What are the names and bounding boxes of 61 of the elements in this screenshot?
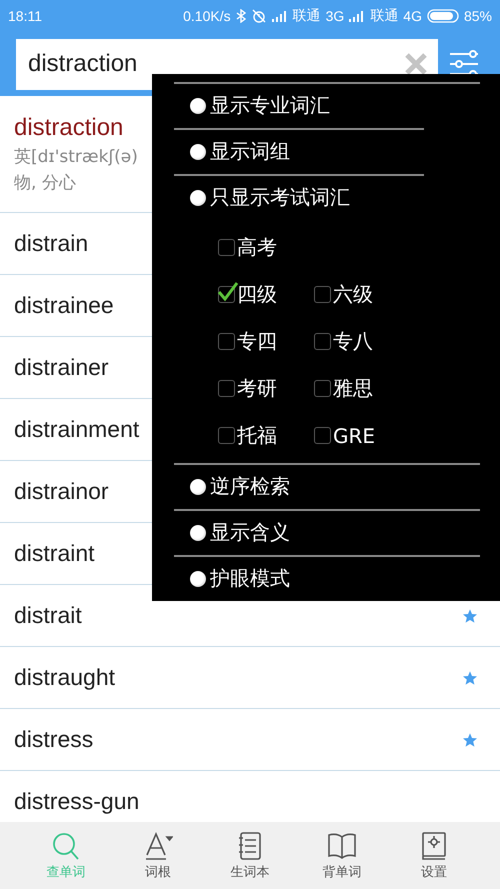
battery-icon (426, 9, 459, 23)
bluetooth-icon (236, 9, 246, 23)
exam-checkbox[interactable]: 专四 (218, 328, 296, 355)
word-row[interactable]: distress (0, 709, 500, 771)
word-row[interactable]: distraught (0, 647, 500, 709)
star-icon[interactable] (462, 732, 478, 748)
menu-option[interactable]: 只显示考试词汇 (174, 176, 480, 220)
network-type: 4G (403, 8, 422, 24)
nav-tab[interactable]: 背单词 (307, 822, 377, 889)
exam-checkbox[interactable]: 高考 (218, 234, 296, 261)
word-text: distrain (14, 230, 88, 257)
exam-checkbox[interactable]: 四级 (218, 281, 296, 308)
menu-option[interactable]: 显示专业词汇 (174, 84, 480, 128)
meaning-text: 物, 分心 (14, 172, 76, 194)
network-speed: 0.10K/s (183, 8, 231, 24)
signal-icon (272, 10, 288, 22)
check-icon (217, 281, 239, 303)
word-text: distraint (14, 540, 95, 567)
search-icon (51, 830, 81, 860)
nav-tab[interactable]: 设置 (399, 822, 469, 889)
word-text: distraught (14, 664, 116, 691)
exam-checkbox[interactable]: 雅思 (314, 375, 392, 402)
word-text: distress-gun (14, 788, 140, 815)
exam-checkbox[interactable]: GRE (314, 424, 392, 448)
network-type: 3G (326, 8, 344, 24)
exam-checkbox[interactable]: 考研 (218, 375, 296, 402)
nav-tab[interactable]: 生词本 (215, 822, 285, 889)
radio-icon (190, 98, 206, 114)
exam-checkbox[interactable]: 托福 (218, 422, 296, 449)
radio-icon (190, 190, 206, 206)
radio-icon (190, 524, 206, 541)
clock-time: 18:11 (8, 8, 42, 24)
exam-checkbox[interactable]: 六级 (314, 281, 392, 308)
radio-icon (190, 478, 206, 495)
settings-icon (419, 830, 449, 860)
radio-icon (190, 144, 206, 160)
letter-icon (143, 830, 173, 860)
word-text: distrainer (14, 354, 109, 381)
carrier-name: 联通 (370, 7, 398, 25)
exam-checkbox[interactable]: 专八 (314, 328, 392, 355)
open-book-icon (326, 830, 358, 860)
radio-icon (190, 570, 206, 587)
star-icon[interactable] (462, 670, 478, 686)
carrier-name: 联通 (292, 7, 321, 25)
close-icon[interactable] (404, 52, 428, 76)
star-icon[interactable] (462, 608, 478, 624)
word-text: distrainee (14, 292, 114, 319)
nav-tab[interactable]: 词根 (123, 822, 193, 889)
signal-icon (349, 10, 366, 22)
word-text: distrainor (14, 478, 109, 505)
menu-option[interactable]: 逆序检索 (174, 464, 480, 509)
alarm-off-icon (250, 8, 267, 24)
word-text: distrait (14, 602, 82, 629)
menu-option[interactable]: 显示含义 (174, 510, 480, 555)
battery-percent: 85% (464, 8, 492, 24)
word-text: distrainment (14, 416, 140, 443)
word-text: distress (14, 726, 94, 753)
search-input[interactable]: distraction (26, 49, 404, 79)
entry-word: distraction (14, 114, 124, 142)
menu-option[interactable]: 显示词组 (174, 130, 480, 174)
phonetic-text: 英[dɪ'strækʃ(ə) (14, 146, 138, 168)
